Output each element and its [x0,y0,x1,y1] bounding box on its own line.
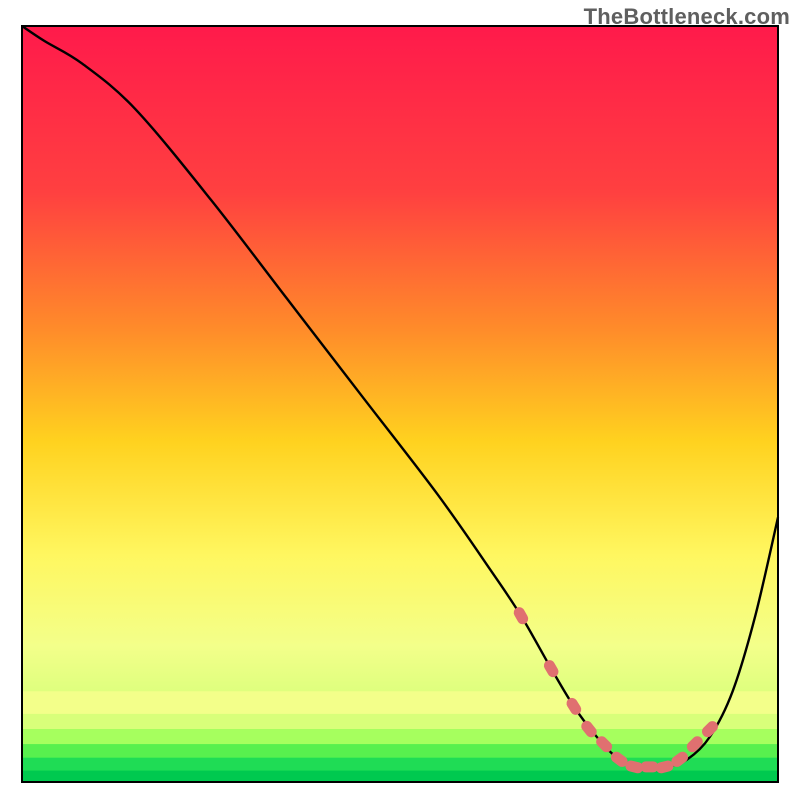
gradient-background [22,26,778,782]
band-stripe [22,744,778,758]
band-stripe [22,729,778,744]
chart-svg [22,26,778,782]
band-stripe [22,691,778,714]
band-stripe [22,714,778,729]
watermark-text: TheBottleneck.com [584,4,790,30]
plot-area [22,26,778,782]
chart-frame: TheBottleneck.com [0,0,800,800]
